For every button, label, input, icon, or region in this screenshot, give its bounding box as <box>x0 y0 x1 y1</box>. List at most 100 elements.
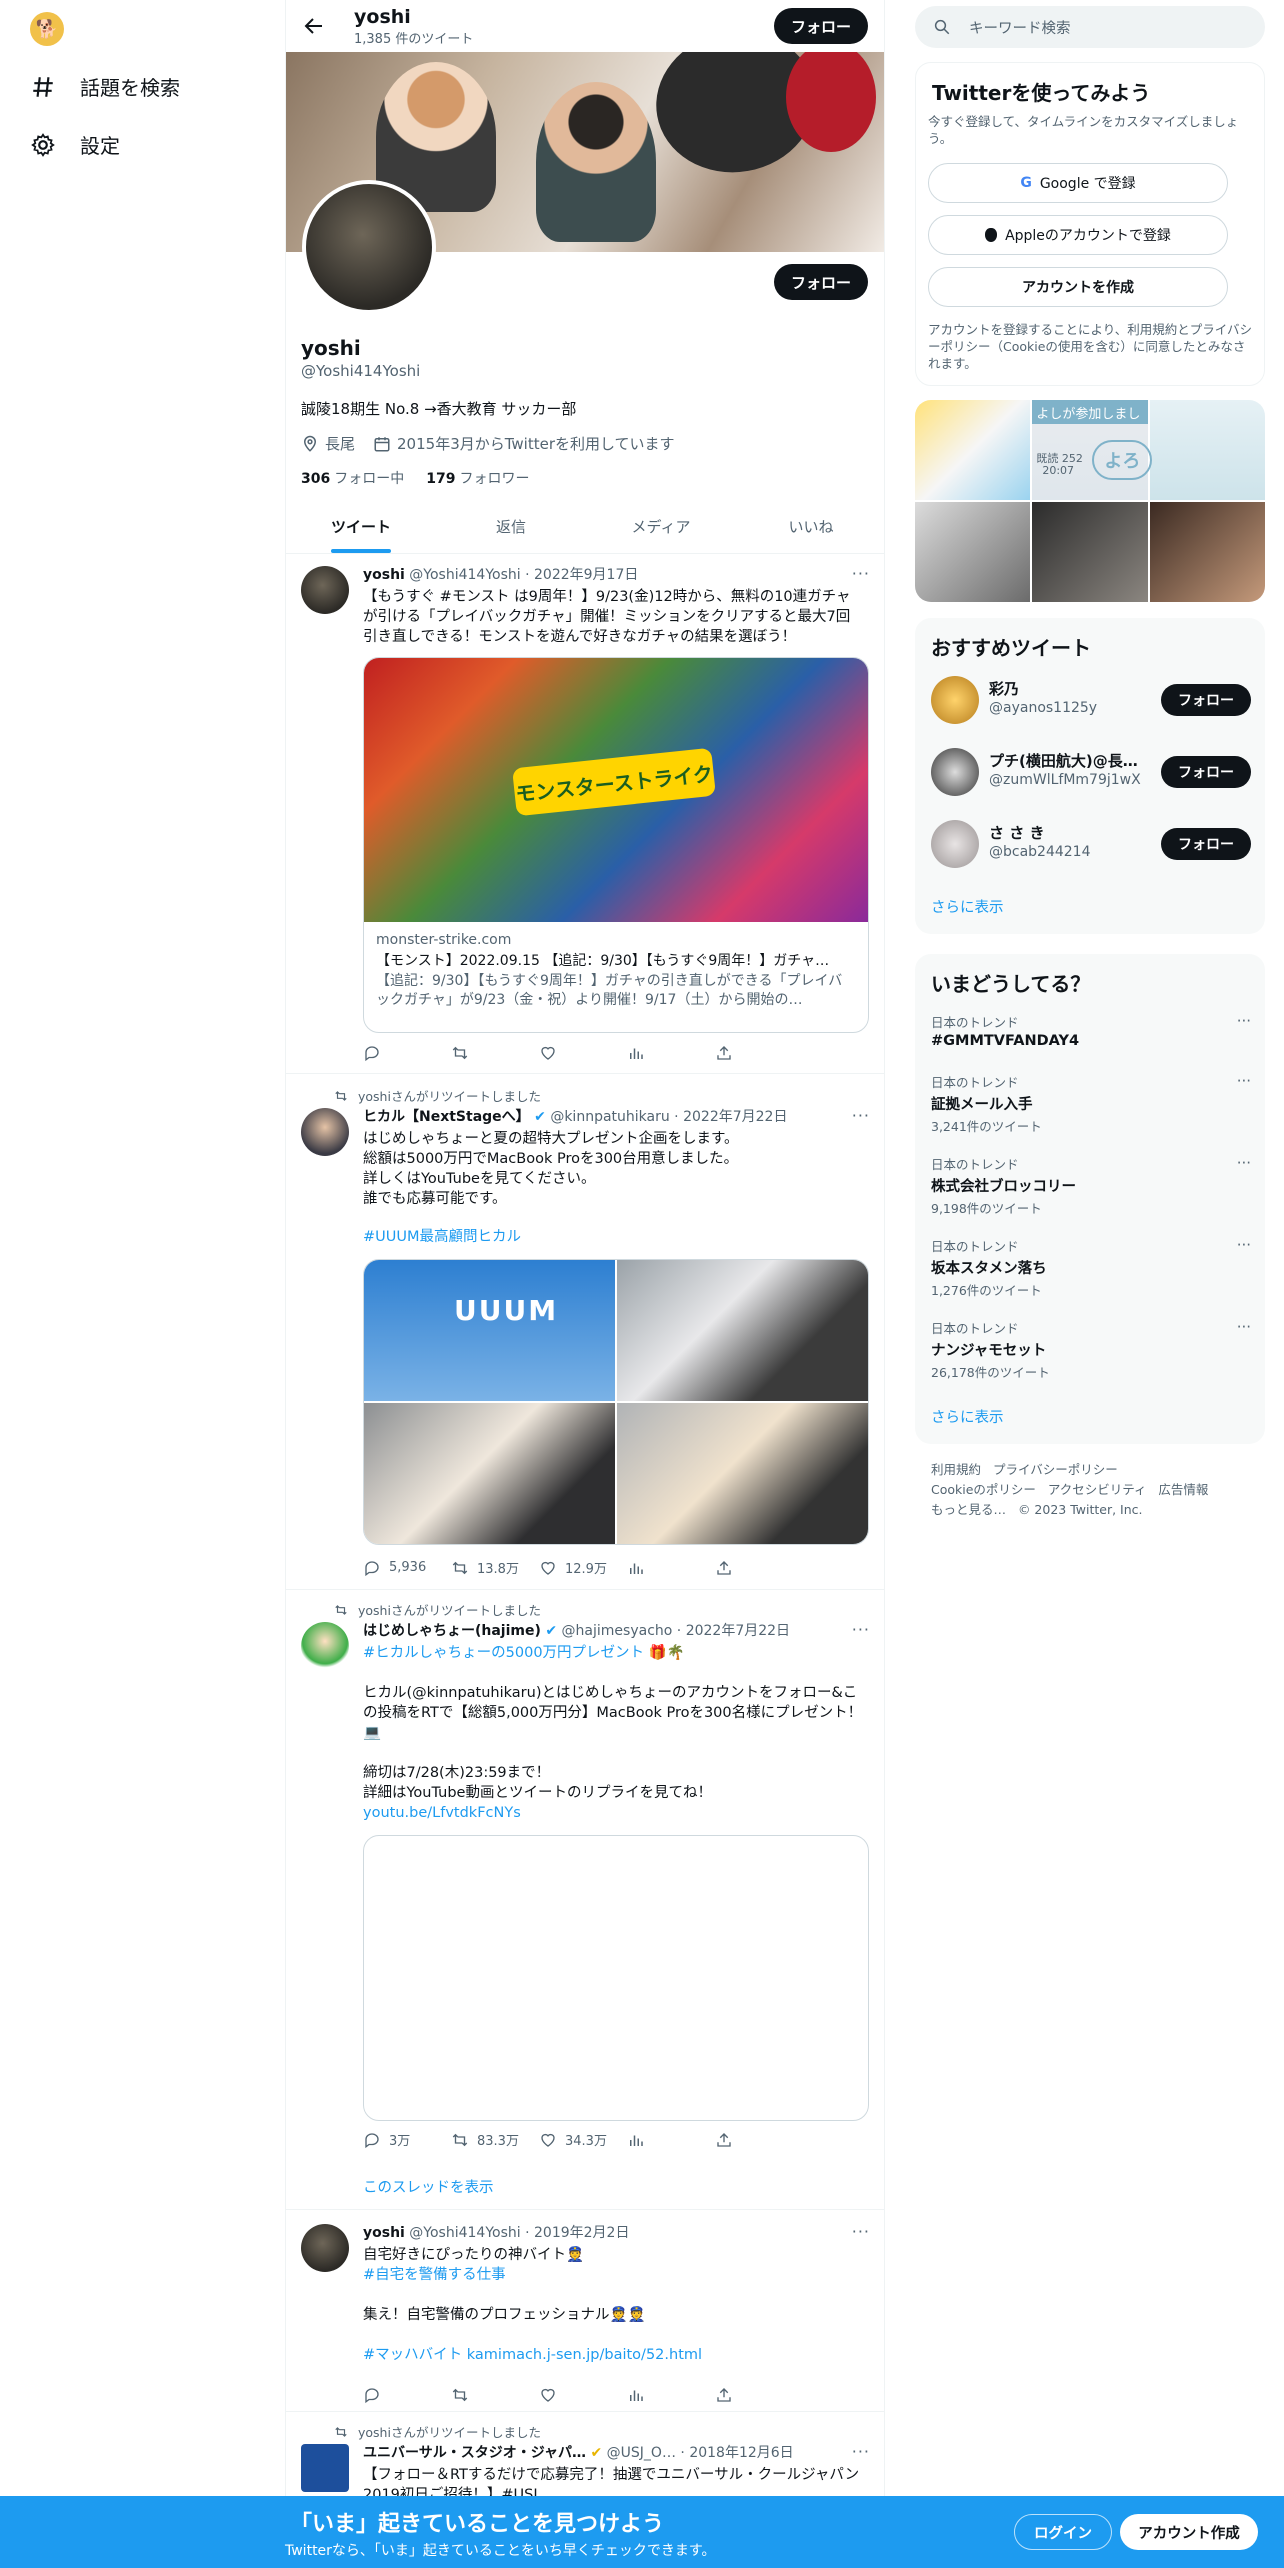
tweet-date[interactable]: 2022年9月17日 <box>534 567 638 583</box>
share-button[interactable] <box>715 1558 803 1577</box>
follow-button[interactable]: フォロー <box>1161 684 1251 716</box>
suggested-user[interactable]: さ さ き @bcab244214 フォロー <box>931 816 1251 872</box>
retweet-button[interactable]: 83.3万 <box>451 2130 539 2149</box>
photo-1[interactable]: UUUM <box>364 1260 615 1401</box>
nav-settings[interactable]: 設定 <box>30 130 120 159</box>
link-card[interactable]: モンスターストライク monster-strike.com 【モンスト】2022… <box>363 657 869 1033</box>
avatar[interactable] <box>931 676 979 724</box>
trend-item[interactable]: 日本のトレンド ナンジャモセット 26,178件のツイート ··· <box>931 1318 1251 1381</box>
share-button[interactable] <box>715 2130 803 2149</box>
retweet-button[interactable]: 13.8万 <box>451 1558 539 1577</box>
more-icon[interactable]: ··· <box>1237 1012 1251 1030</box>
tweet-hashtag[interactable]: #マッハバイト <box>363 2347 462 2363</box>
photo-4[interactable] <box>617 1403 868 1544</box>
like-button[interactable] <box>539 1044 627 1062</box>
tweet-hashtag[interactable]: #自宅を警備する仕事 <box>363 2265 871 2285</box>
tweet[interactable]: yoshiさんがリツイートしました ··· ヒカル【NextStageへ】 ✔ … <box>286 1074 884 1590</box>
recommend-show-more[interactable]: さらに表示 <box>931 896 1004 917</box>
tweet-author[interactable]: ヒカル【NextStageへ】 <box>363 1109 530 1125</box>
search-input[interactable]: キーワード検索 <box>915 6 1265 48</box>
followers-link[interactable]: 179 フォロワー <box>426 468 529 488</box>
nav-explore[interactable]: 話題を検索 <box>30 72 180 101</box>
media-grid[interactable]: よしが参加しまし 既読 252 20:07 よろ <box>915 400 1265 602</box>
tab-media[interactable]: メディア <box>586 500 736 553</box>
tweet-avatar[interactable] <box>301 1108 349 1156</box>
tab-likes[interactable]: いいね <box>736 500 884 553</box>
avatar[interactable] <box>931 748 979 796</box>
tweet-avatar[interactable] <box>301 2444 349 2492</box>
trend-item[interactable]: 日本のトレンド #GMMTVFANDAY4 ··· <box>931 1012 1251 1049</box>
media-thumb-6[interactable] <box>1149 502 1265 602</box>
login-button[interactable]: ログイン <box>1014 2514 1112 2550</box>
views-button[interactable] <box>627 1044 715 1062</box>
tweet[interactable]: ··· yoshi @Yoshi414Yoshi · 2022年9月17日 【も… <box>286 554 884 1074</box>
header-follow-button[interactable]: フォロー <box>774 8 868 44</box>
follow-button[interactable]: フォロー <box>1161 756 1251 788</box>
media-thumb-4[interactable] <box>915 502 1031 602</box>
trends-show-more[interactable]: さらに表示 <box>931 1406 1004 1427</box>
more-icon[interactable]: ··· <box>1237 1236 1251 1254</box>
footer-more[interactable]: もっと見る… <box>931 1502 1006 1517</box>
like-button[interactable]: 12.9万 <box>539 1558 627 1577</box>
suggested-user[interactable]: 彩乃 @ayanos1125y フォロー <box>931 672 1251 728</box>
create-account-button[interactable]: アカウントを作成 <box>928 267 1228 307</box>
profile-avatar[interactable] <box>302 180 436 314</box>
tweet-author[interactable]: yoshi <box>363 567 405 583</box>
trend-item[interactable]: 日本のトレンド 証拠メール入手 3,241件のツイート ··· <box>931 1072 1251 1135</box>
tweet-author[interactable]: はじめしゃちょー(hajime) <box>363 1623 541 1639</box>
tweet-date[interactable]: 2018年12月6日 <box>689 2445 793 2461</box>
like-button[interactable] <box>539 2386 627 2404</box>
retweet-button[interactable] <box>451 2386 539 2404</box>
more-icon[interactable]: ··· <box>1237 1154 1251 1172</box>
more-icon[interactable]: ··· <box>1237 1318 1251 1336</box>
tweet-hashtag[interactable]: #ヒカルしゃちょーの5000万円プレゼント 🎁🌴 <box>363 1643 871 1663</box>
media-thumb-1[interactable] <box>915 400 1031 500</box>
tweet-author[interactable]: ユニバーサル・スタジオ・ジャパ… <box>363 2445 586 2461</box>
suggested-user[interactable]: プチ(横田航大)@長… @zumWlLfMm79j1wX フォロー <box>931 744 1251 800</box>
views-button[interactable] <box>627 1558 715 1577</box>
reply-button[interactable]: 5,936 <box>363 1558 451 1577</box>
media-thumb-2[interactable]: よしが参加しまし 既読 252 20:07 よろ <box>1032 400 1153 500</box>
bottom-signup-button[interactable]: アカウント作成 <box>1120 2514 1258 2550</box>
tweet[interactable]: yoshiさんがリツイートしました ··· はじめしゃちょー(hajime) ✔… <box>286 1590 884 2210</box>
photo-2[interactable] <box>617 1260 868 1401</box>
share-button[interactable] <box>715 2386 803 2404</box>
show-thread-link[interactable]: このスレッドを表示 <box>363 2176 494 2197</box>
reply-button[interactable] <box>363 2386 451 2404</box>
tweet-author[interactable]: yoshi <box>363 2225 405 2241</box>
tweet-avatar[interactable] <box>301 566 349 614</box>
tweet-date[interactable]: 2019年2月2日 <box>534 2225 629 2241</box>
footer-ads[interactable]: 広告情報 <box>1158 1482 1208 1497</box>
media-thumb-3[interactable] <box>1149 400 1265 500</box>
footer-terms[interactable]: 利用規約 <box>931 1462 981 1477</box>
retweet-button[interactable] <box>451 1044 539 1062</box>
views-button[interactable] <box>627 2130 715 2149</box>
tab-replies[interactable]: 返信 <box>436 500 586 553</box>
like-button[interactable]: 34.3万 <box>539 2130 627 2149</box>
views-button[interactable] <box>627 2386 715 2404</box>
share-button[interactable] <box>715 1044 803 1062</box>
tweet-avatar[interactable] <box>301 2224 349 2272</box>
reply-button[interactable] <box>363 1044 451 1062</box>
doge-logo-icon[interactable]: 🐕 <box>30 12 64 46</box>
footer-cookie[interactable]: Cookieのポリシー <box>931 1482 1036 1497</box>
tab-tweets[interactable]: ツイート <box>286 500 436 553</box>
tweet-date[interactable]: 2022年7月22日 <box>683 1109 787 1125</box>
avatar[interactable] <box>931 820 979 868</box>
tweet[interactable]: ··· yoshi @Yoshi414Yoshi · 2019年2月2日 自宅好… <box>286 2210 884 2412</box>
tweet-hashtag[interactable]: #UUUM最高顧問ヒカル <box>363 1227 871 1247</box>
follow-button[interactable]: フォロー <box>1161 828 1251 860</box>
more-icon[interactable]: ··· <box>1237 1072 1251 1090</box>
trend-item[interactable]: 日本のトレンド 株式会社ブロッコリー 9,198件のツイート ··· <box>931 1154 1251 1217</box>
tweet-avatar[interactable] <box>301 1622 349 1670</box>
photo-3[interactable] <box>364 1403 615 1544</box>
media-thumb-5[interactable] <box>1032 502 1148 602</box>
back-arrow-icon[interactable] <box>302 14 326 38</box>
tweet-link[interactable]: kamimach.j-sen.jp/baito/52.html <box>467 2347 702 2363</box>
photo-grid[interactable]: UUUM <box>363 1259 869 1545</box>
reply-button[interactable]: 3万 <box>363 2130 451 2149</box>
google-signup-button[interactable]: G Google で登録 <box>928 163 1228 203</box>
trend-item[interactable]: 日本のトレンド 坂本スタメン落ち 1,276件のツイート ··· <box>931 1236 1251 1299</box>
footer-accessibility[interactable]: アクセシビリティ <box>1048 1482 1147 1497</box>
following-link[interactable]: 306 フォロー中 <box>301 468 404 488</box>
